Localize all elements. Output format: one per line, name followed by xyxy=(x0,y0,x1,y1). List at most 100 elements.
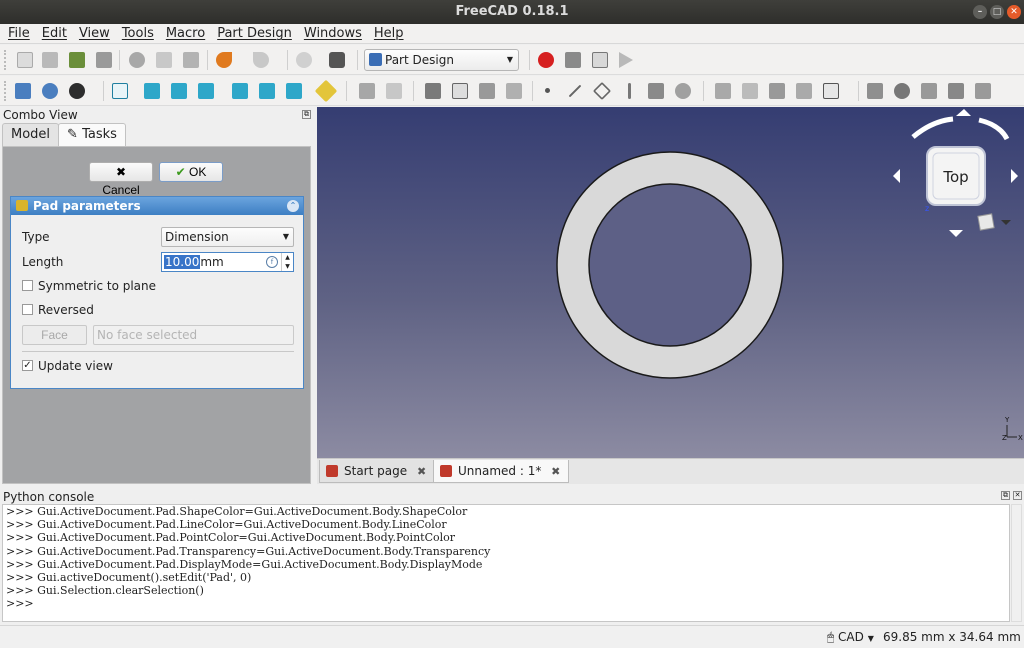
console-line: >>> Gui.ActiveDocument.Pad.ShapeColor=Gu… xyxy=(6,505,468,518)
length-label: Length xyxy=(22,255,64,269)
paste-icon[interactable] xyxy=(180,49,202,71)
tab-tasks[interactable]: ✎ Tasks xyxy=(58,123,126,147)
symmetric-checkbox[interactable] xyxy=(22,280,33,291)
clone-icon[interactable] xyxy=(645,80,667,102)
menu-edit[interactable]: Edit xyxy=(36,24,73,43)
view-front-icon[interactable] xyxy=(141,80,163,102)
macro-stop-icon[interactable] xyxy=(562,49,584,71)
groove-icon[interactable] xyxy=(918,80,940,102)
sub-shape-binder-icon[interactable] xyxy=(672,80,694,102)
cut-icon[interactable] xyxy=(126,49,148,71)
new-file-icon[interactable] xyxy=(14,49,36,71)
whats-this-icon[interactable] xyxy=(326,49,348,71)
datum-line-icon[interactable] xyxy=(564,80,586,102)
menu-file[interactable]: File xyxy=(2,24,36,43)
menu-part-design[interactable]: Part Design xyxy=(211,24,298,43)
axis-cross-icon: Y X Z xyxy=(1002,416,1023,442)
length-input[interactable]: 10.00mm f ▲ ▼ xyxy=(161,252,294,272)
face-field[interactable]: No face selected xyxy=(93,325,294,345)
refresh-icon[interactable] xyxy=(293,49,315,71)
menu-view[interactable]: View xyxy=(73,24,116,43)
fit-selection-icon[interactable] xyxy=(39,80,61,102)
workbench-selector[interactable]: Part Design ▼ xyxy=(364,49,519,71)
menu-help[interactable]: Help xyxy=(368,24,410,43)
toolbar-grip[interactable] xyxy=(4,81,8,101)
tab-tasks-label: Tasks xyxy=(82,127,117,142)
combo-view-panel: Combo View ⧉ Model ✎ Tasks ✖ Cancel ✔ OK… xyxy=(0,107,314,484)
ok-button[interactable]: ✔ OK xyxy=(159,162,223,182)
datum-plane-icon[interactable] xyxy=(591,80,613,102)
view-top-icon[interactable] xyxy=(168,80,190,102)
subtractive-loft-icon[interactable] xyxy=(945,80,967,102)
menu-tools[interactable]: Tools xyxy=(116,24,160,43)
shape-binder-icon[interactable] xyxy=(503,80,525,102)
tab-unnamed[interactable]: Unnamed : 1* ✖ xyxy=(433,460,570,483)
print-icon[interactable] xyxy=(93,49,115,71)
macro-run-icon[interactable] xyxy=(616,49,638,71)
close-tab-icon[interactable]: ✖ xyxy=(417,465,426,478)
python-console-output[interactable]: >>> Gui.ActiveDocument.Pad.ShapeColor=Gu… xyxy=(2,504,1010,622)
menu-macro[interactable]: Macro xyxy=(160,24,211,43)
console-prompt[interactable]: >>> xyxy=(6,597,1009,610)
minimize-button[interactable]: – xyxy=(973,5,987,19)
redo-icon[interactable] xyxy=(250,49,272,71)
create-body-icon[interactable] xyxy=(422,80,444,102)
main-toolbar: Part Design ▼ xyxy=(0,45,1024,75)
3d-viewport[interactable]: Top z Y X Z xyxy=(317,107,1024,458)
view-isometric-icon[interactable] xyxy=(109,80,131,102)
console-line: >>> Gui.ActiveDocument.Pad.Transparency=… xyxy=(6,544,491,558)
update-view-checkbox[interactable]: ✓ xyxy=(22,360,33,371)
view-rear-icon[interactable] xyxy=(229,80,251,102)
console-scrollbar[interactable] xyxy=(1011,504,1022,622)
validate-sketch-icon[interactable] xyxy=(476,80,498,102)
create-part-icon[interactable] xyxy=(356,80,378,102)
hole-icon[interactable] xyxy=(891,80,913,102)
additive-loft-icon[interactable] xyxy=(766,80,788,102)
length-spinner[interactable]: ▲ ▼ xyxy=(281,253,293,271)
additive-primitive-icon[interactable] xyxy=(820,80,842,102)
view-right-icon[interactable] xyxy=(195,80,217,102)
pad-icon[interactable] xyxy=(712,80,734,102)
freecad-icon xyxy=(440,465,452,477)
tab-start-page[interactable]: Start page ✖ xyxy=(319,460,436,483)
type-select[interactable]: Dimension ▼ xyxy=(161,227,294,247)
view-bottom-icon[interactable] xyxy=(256,80,278,102)
create-sketch-icon[interactable] xyxy=(449,80,471,102)
create-group-icon[interactable] xyxy=(383,80,405,102)
save-file-icon[interactable] xyxy=(66,49,88,71)
undo-icon[interactable] xyxy=(213,49,235,71)
view-left-icon[interactable] xyxy=(283,80,305,102)
float-panel-icon[interactable]: ⧉ xyxy=(302,110,311,119)
navigation-style-selector[interactable]: 🖱 CAD ▼ xyxy=(827,630,874,645)
reversed-checkbox[interactable] xyxy=(22,304,33,315)
additive-pipe-icon[interactable] xyxy=(793,80,815,102)
toolbar-grip[interactable] xyxy=(4,50,8,70)
float-panel-icon[interactable]: ⧉ xyxy=(1001,491,1010,500)
navigation-cube[interactable]: Top z xyxy=(893,109,1018,237)
fit-all-icon[interactable] xyxy=(12,80,34,102)
revolution-icon[interactable] xyxy=(739,80,761,102)
copy-icon[interactable] xyxy=(153,49,175,71)
tab-model[interactable]: Model xyxy=(2,123,60,147)
macro-edit-icon[interactable] xyxy=(589,49,611,71)
pocket-icon[interactable] xyxy=(864,80,886,102)
cancel-button[interactable]: ✖ Cancel xyxy=(89,162,153,197)
macro-record-icon[interactable] xyxy=(535,49,557,71)
collapse-icon[interactable]: ⌃ xyxy=(287,200,299,212)
subtractive-pipe-icon[interactable] xyxy=(972,80,994,102)
status-bar: 🖱 CAD ▼ 69.85 mm x 34.64 mm xyxy=(0,625,1024,648)
face-button[interactable]: Face xyxy=(22,325,87,345)
open-file-icon[interactable] xyxy=(39,49,61,71)
close-window-button[interactable]: ✕ xyxy=(1007,5,1021,19)
datum-point-icon[interactable] xyxy=(537,80,559,102)
close-panel-icon[interactable]: ✕ xyxy=(1013,491,1022,500)
measure-distance-icon[interactable] xyxy=(314,79,338,103)
pad-parameters-box: Pad parameters ⌃ Type Dimension ▼ Length… xyxy=(10,196,304,389)
type-select-value: Dimension xyxy=(165,230,229,244)
menu-windows[interactable]: Windows xyxy=(298,24,368,43)
close-tab-icon[interactable]: ✖ xyxy=(551,465,560,478)
local-cs-icon[interactable] xyxy=(618,80,640,102)
expression-icon[interactable]: f xyxy=(266,256,278,268)
draw-style-icon[interactable] xyxy=(66,80,88,102)
maximize-button[interactable]: □ xyxy=(990,5,1004,19)
